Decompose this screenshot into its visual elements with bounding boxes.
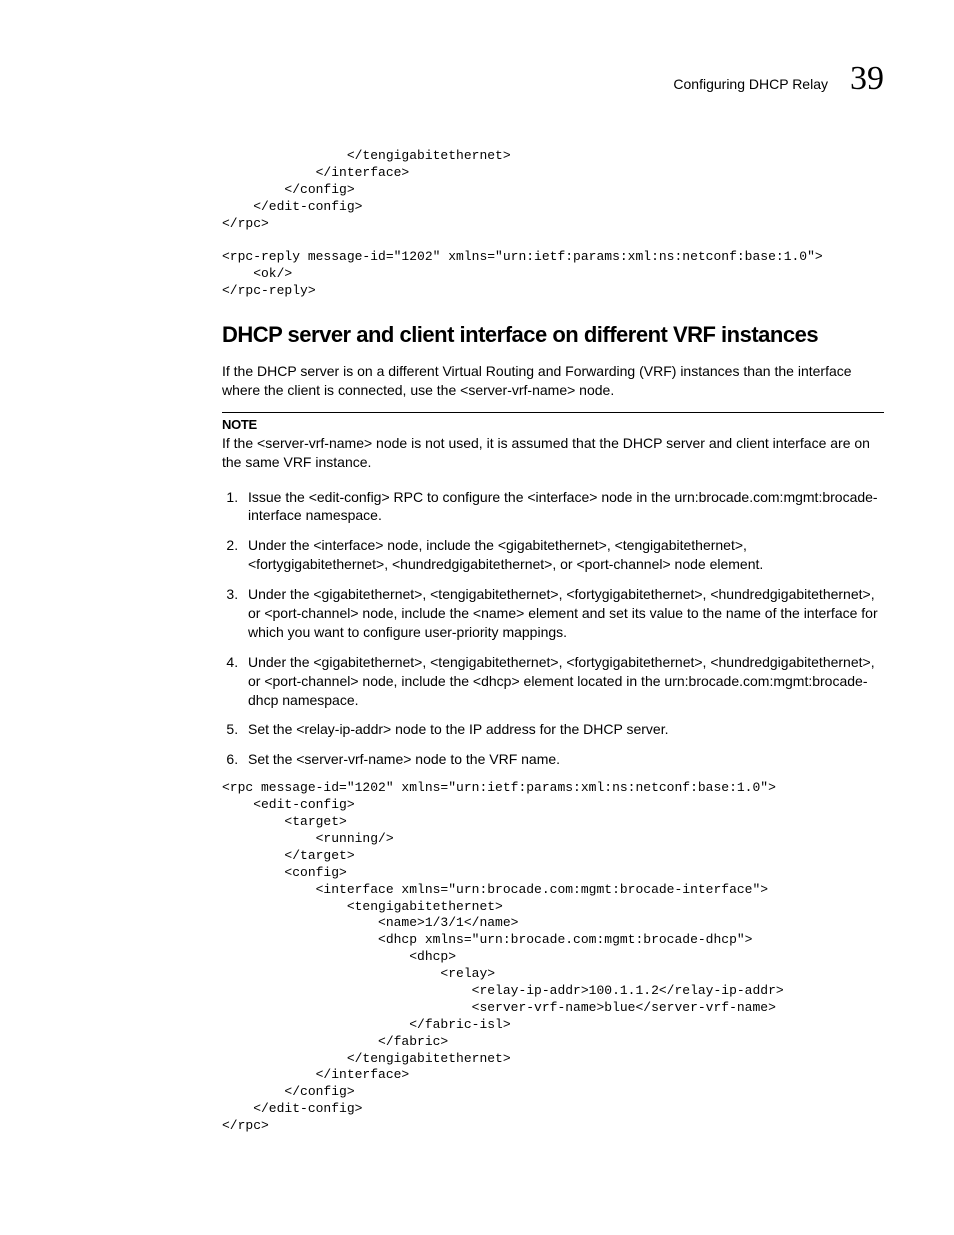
list-item: Set the <server-vrf-name> node to the VR… bbox=[242, 750, 884, 769]
header-chapter-number: 39 bbox=[850, 60, 884, 98]
steps-list: Issue the <edit-config> RPC to configure… bbox=[222, 488, 884, 770]
page-content: </tengigabitethernet> </interface> </con… bbox=[222, 148, 884, 1135]
code-block-top: </tengigabitethernet> </interface> </con… bbox=[222, 148, 884, 300]
header-title: Configuring DHCP Relay bbox=[673, 76, 828, 92]
note-divider bbox=[222, 412, 884, 413]
section-intro: If the DHCP server is on a different Vir… bbox=[222, 362, 884, 400]
code-block-bottom: <rpc message-id="1202" xmlns="urn:ietf:p… bbox=[222, 780, 884, 1135]
note-label: NOTE bbox=[222, 417, 884, 432]
list-item: Set the <relay-ip-addr> node to the IP a… bbox=[242, 720, 884, 739]
note-text: If the <server-vrf-name> node is not use… bbox=[222, 434, 884, 472]
list-item: Under the <interface> node, include the … bbox=[242, 536, 884, 574]
page-header: Configuring DHCP Relay 39 bbox=[70, 60, 884, 98]
list-item: Issue the <edit-config> RPC to configure… bbox=[242, 488, 884, 526]
list-item: Under the <gigabitethernet>, <tengigabit… bbox=[242, 653, 884, 710]
section-title: DHCP server and client interface on diff… bbox=[222, 322, 884, 348]
list-item: Under the <gigabitethernet>, <tengigabit… bbox=[242, 585, 884, 642]
page: Configuring DHCP Relay 39 </tengigabitet… bbox=[0, 0, 954, 1235]
